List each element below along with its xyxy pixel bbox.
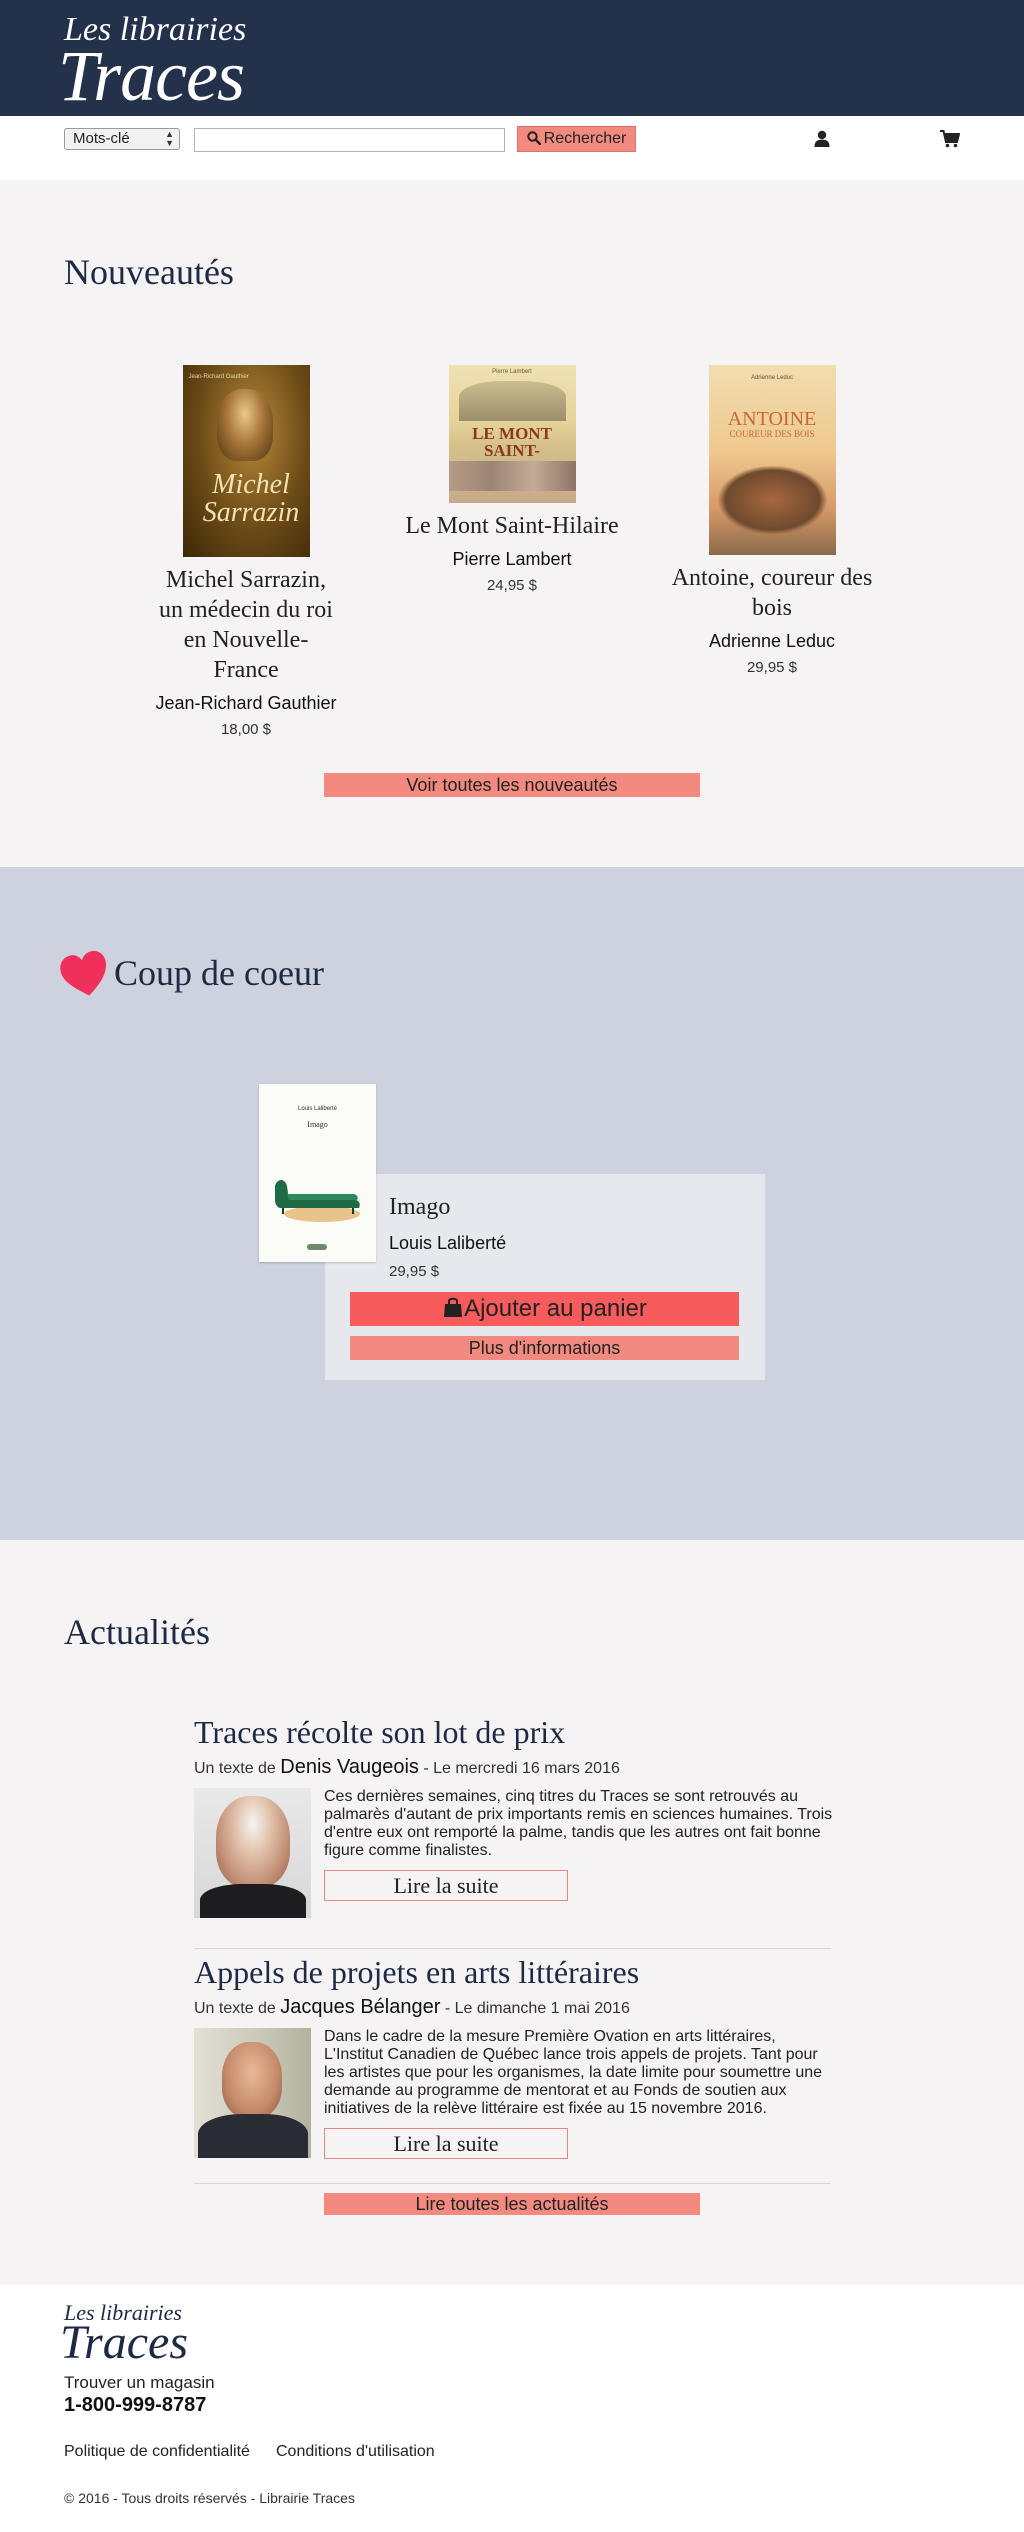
book-author[interactable]: Adrienne Leduc <box>664 629 880 653</box>
cover-illustration <box>716 465 828 535</box>
footer-logo-wordmark[interactable]: Traces <box>60 2316 188 2370</box>
featured-book-cover[interactable]: Louis Laliberté Imago <box>259 1084 376 1262</box>
search-type-select[interactable]: Mots-clé ▲ ▼ <box>64 128 180 150</box>
cover-title-text: Michel Sarrazin <box>202 469 300 528</box>
cover-title-text: ANTOINE <box>727 408 817 430</box>
featured-book-author[interactable]: Louis Laliberté <box>389 1231 506 1255</box>
cart-icon[interactable] <box>940 130 960 148</box>
logo-wordmark[interactable]: Traces <box>58 38 245 114</box>
article-excerpt: Ces dernières semaines, cinq titres du T… <box>324 1788 833 1859</box>
book-author[interactable]: Pierre Lambert <box>400 547 624 571</box>
add-to-cart-label: Ajouter au panier <box>464 1295 647 1322</box>
select-arrows-icon: ▲ ▼ <box>165 129 174 148</box>
book-cover-image[interactable]: Jean-Richard Gauthier Michel Sarrazin <box>182 365 310 557</box>
article-byline-prefix: Un texte de <box>194 2000 281 2017</box>
read-all-news-button[interactable]: Lire toutes les actualités <box>324 2193 700 2215</box>
article-divider <box>194 1948 831 1949</box>
nouveautes-title: Nouveautés <box>64 252 234 292</box>
footer-phone[interactable]: 1-800-999-8787 <box>64 2392 206 2418</box>
read-more-button[interactable]: Lire la suite <box>324 2128 568 2159</box>
cover-portrait <box>216 389 273 461</box>
see-all-new-button[interactable]: Voir toutes les nouveautés <box>324 773 700 797</box>
cover-author-text: Louis Laliberté <box>297 1106 338 1112</box>
article-meta: Un texte de Jacques Bélanger - Le dimanc… <box>194 1996 630 2020</box>
article-byline-prefix: Un texte de <box>194 1760 281 1777</box>
cover-author-text: Adrienne Leduc <box>750 375 794 381</box>
article-author-photo <box>194 1788 311 1918</box>
book-title[interactable]: Le Mont Saint-Hilaire <box>400 511 624 541</box>
user-icon[interactable] <box>813 130 831 148</box>
actualites-title: Actualités <box>64 1612 210 1652</box>
search-button[interactable]: Rechercher <box>517 126 636 152</box>
article-title[interactable]: Traces récolte son lot de prix <box>194 1713 565 1751</box>
book-card[interactable]: Adrienne Leduc ANTOINE COUREUR DES BOIS … <box>664 365 880 679</box>
article-meta: Un texte de Denis Vaugeois - Le mercredi… <box>194 1756 620 1780</box>
book-card[interactable]: Jean-Richard Gauthier Michel Sarrazin Mi… <box>152 365 340 741</box>
article-author-photo <box>194 2028 311 2158</box>
featured-book-title[interactable]: Imago <box>389 1192 450 1222</box>
book-cover-image[interactable]: Pierre Lambert LE MONT SAINT-HILAIRE <box>448 365 576 503</box>
book-price: 29,95 $ <box>746 659 798 676</box>
search-button-label: Rechercher <box>543 130 627 147</box>
add-to-cart-button[interactable]: Ajouter au panier <box>350 1292 739 1326</box>
article-title[interactable]: Appels de projets en arts littéraires <box>194 1953 639 1991</box>
find-store-link[interactable]: Trouver un magasin <box>64 2372 215 2394</box>
book-title[interactable]: Michel Sarrazin, un médecin du roi en No… <box>152 565 340 685</box>
heart-icon <box>60 950 107 996</box>
coup-de-coeur-title: Coup de coeur <box>114 953 324 993</box>
article-author[interactable]: Jacques Bélanger <box>280 1996 440 2018</box>
cover-author-text: Pierre Lambert <box>492 369 532 375</box>
article-author[interactable]: Denis Vaugeois <box>280 1756 419 1778</box>
book-price: 24,95 $ <box>486 577 538 594</box>
shopping-bag-icon <box>444 1297 463 1317</box>
terms-link[interactable]: Conditions d'utilisation <box>276 2441 435 2463</box>
cover-landscape <box>458 381 566 421</box>
book-cover-image[interactable]: Adrienne Leduc ANTOINE COUREUR DES BOIS <box>708 365 836 555</box>
book-price: 18,00 $ <box>220 721 272 738</box>
book-author[interactable]: Jean-Richard Gauthier <box>152 691 340 715</box>
book-title[interactable]: Antoine, coureur des bois <box>664 563 880 623</box>
footer-copyright: © 2016 - Tous droits réservés - Librairi… <box>64 2490 355 2506</box>
more-info-button[interactable]: Plus d'informations <box>350 1336 739 1360</box>
cover-photo-strip <box>448 461 576 491</box>
read-more-button[interactable]: Lire la suite <box>324 1870 568 1901</box>
cover-author-text: Jean-Richard Gauthier <box>188 374 249 380</box>
search-type-value: Mots-clé <box>73 130 130 147</box>
article-date: - Le dimanche 1 mai 2016 <box>440 2000 630 2017</box>
cover-sofa-illustration <box>275 1180 360 1222</box>
article-excerpt: Dans le cadre de la mesure Première Ovat… <box>324 2028 823 2117</box>
cover-subtitle-text: COUREUR DES BOIS <box>729 429 815 439</box>
search-icon <box>526 131 541 146</box>
featured-book-price: 29,95 $ <box>389 1263 440 1280</box>
search-input[interactable] <box>194 128 505 152</box>
cover-title-text: Imago <box>307 1120 328 1129</box>
book-card[interactable]: Pierre Lambert LE MONT SAINT-HILAIRE Le … <box>400 365 624 597</box>
publisher-logo <box>307 1244 327 1250</box>
privacy-link[interactable]: Politique de confidentialité <box>64 2441 250 2463</box>
article-divider <box>194 2183 831 2184</box>
article-date: - Le mercredi 16 mars 2016 <box>418 1760 620 1777</box>
